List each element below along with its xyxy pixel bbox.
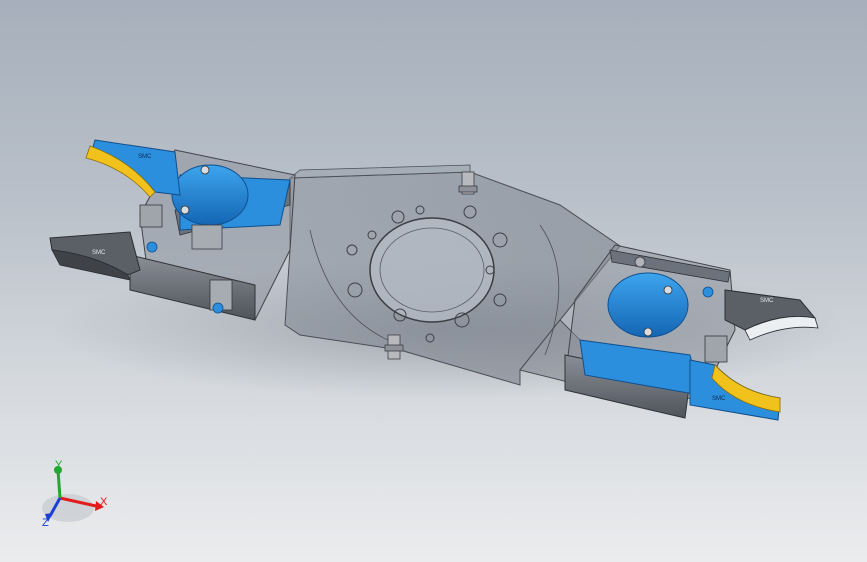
orientation-triad[interactable]: X Y Z — [38, 456, 118, 536]
cad-viewport[interactable]: SMC SMC SMC SMC X Y Z — [0, 0, 867, 562]
left-cylinder-cap — [171, 164, 249, 226]
air-fitting-top[interactable] — [458, 171, 478, 195]
left-upper-finger-label: SMC — [138, 154, 152, 160]
triad-z-label: Z — [42, 517, 49, 529]
air-fitting-bottom[interactable] — [384, 334, 404, 360]
right-lower-finger-label: SMC — [712, 396, 726, 402]
gripper-assembly-model[interactable]: SMC SMC SMC SMC — [0, 0, 867, 562]
left-gripper-module[interactable]: SMC SMC — [49, 139, 296, 321]
left-upper-finger[interactable]: SMC — [85, 139, 181, 198]
triad-y-axis — [56, 469, 62, 499]
left-lower-finger-label: SMC — [92, 250, 106, 256]
right-upper-finger-label: SMC — [760, 298, 774, 304]
center-bore — [369, 217, 495, 323]
triad-y-label: Y — [55, 459, 63, 471]
right-cylinder-cap — [607, 272, 689, 338]
triad-x-label: X — [100, 496, 108, 508]
left-lower-finger[interactable]: SMC — [49, 231, 141, 281]
